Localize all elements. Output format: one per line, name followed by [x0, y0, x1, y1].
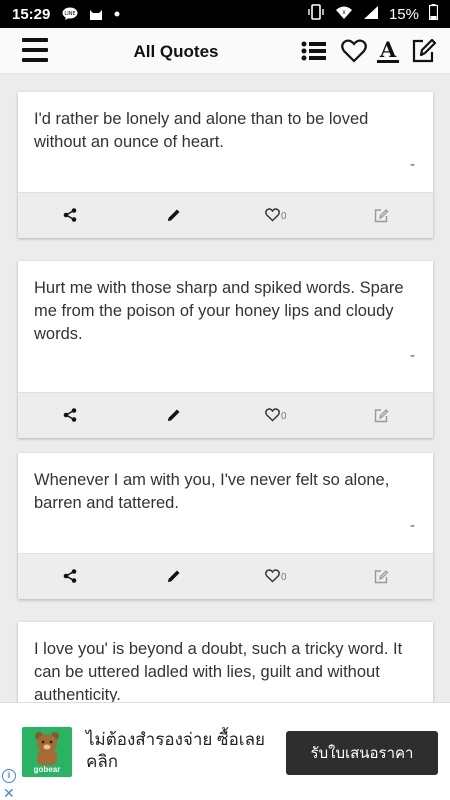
- bear-icon: [35, 732, 59, 765]
- ad-banner[interactable]: gobear ไม่ต้องสำรองจ่าย ซื้อเลย คลิก รับ…: [0, 702, 450, 800]
- quote-card[interactable]: Whenever I am with you, I've never felt …: [18, 453, 433, 599]
- line-app-icon: LINE: [62, 7, 78, 21]
- share-icon[interactable]: [63, 569, 77, 583]
- note-edit-icon[interactable]: [374, 208, 389, 223]
- share-icon[interactable]: [63, 208, 77, 222]
- heart-outline-icon: [265, 208, 280, 222]
- quote-card[interactable]: Hurt me with those sharp and spiked word…: [18, 261, 433, 438]
- quote-card[interactable]: I love you' is beyond a doubt, such a tr…: [18, 622, 433, 702]
- quotes-list: I'd rather be lonely and alone than to b…: [0, 74, 450, 702]
- heart-outline-icon: [265, 569, 280, 583]
- ad-logo: gobear: [22, 727, 72, 777]
- ad-text: ไม่ต้องสำรองจ่าย ซื้อเลย คลิก: [86, 730, 265, 771]
- quote-author: -: [410, 347, 415, 364]
- pencil-icon[interactable]: [167, 208, 181, 222]
- ad-close-icon[interactable]: ✕: [3, 785, 15, 800]
- pencil-icon[interactable]: [167, 408, 181, 422]
- note-edit-icon[interactable]: [374, 569, 389, 584]
- cat-app-icon: [88, 7, 104, 21]
- quote-author: -: [410, 156, 415, 173]
- quote-actions: 0: [18, 553, 433, 599]
- compose-icon[interactable]: [410, 38, 438, 64]
- signal-icon: [363, 5, 379, 24]
- heart-outline-icon: [265, 408, 280, 422]
- ad-info-icon[interactable]: i: [2, 769, 16, 783]
- svg-text:A: A: [379, 38, 397, 62]
- heart-icon[interactable]: [340, 38, 368, 64]
- svg-text:LINE: LINE: [65, 11, 76, 17]
- status-time: 15:29: [12, 5, 51, 23]
- list-icon[interactable]: [300, 38, 328, 64]
- quote-text: I love you' is beyond a doubt, such a tr…: [34, 640, 403, 702]
- share-icon[interactable]: [63, 408, 77, 422]
- note-edit-icon[interactable]: [374, 408, 389, 423]
- quote-text: I'd rather be lonely and alone than to b…: [34, 110, 369, 151]
- ad-brand: gobear: [33, 765, 61, 774]
- app-bar: All Quotes A: [0, 28, 450, 74]
- like-button[interactable]: 0: [265, 208, 287, 222]
- battery-icon: [428, 4, 439, 24]
- like-button[interactable]: 0: [265, 408, 287, 422]
- quote-actions: 0: [18, 392, 433, 438]
- quote-text: Whenever I am with you, I've never felt …: [34, 471, 390, 512]
- quote-card[interactable]: I'd rather be lonely and alone than to b…: [18, 92, 433, 238]
- like-count: 0: [281, 572, 287, 583]
- ad-cta-button[interactable]: รับใบเสนอราคา: [286, 731, 438, 775]
- font-icon[interactable]: A: [374, 38, 402, 64]
- quote-author: -: [410, 517, 415, 534]
- like-count: 0: [281, 411, 287, 422]
- battery-text: 15%: [388, 5, 419, 23]
- quote-actions: 0: [18, 192, 433, 238]
- like-button[interactable]: 0: [265, 569, 287, 583]
- pencil-icon[interactable]: [167, 569, 181, 583]
- dot-icon: [114, 11, 120, 17]
- status-bar: 15:29 LINE x 15%: [0, 0, 450, 28]
- like-count: 0: [281, 211, 287, 222]
- vibrate-icon: [307, 4, 325, 24]
- svg-text:x: x: [342, 10, 345, 16]
- quote-text: Hurt me with those sharp and spiked word…: [34, 279, 404, 343]
- wifi-icon: x: [335, 5, 353, 24]
